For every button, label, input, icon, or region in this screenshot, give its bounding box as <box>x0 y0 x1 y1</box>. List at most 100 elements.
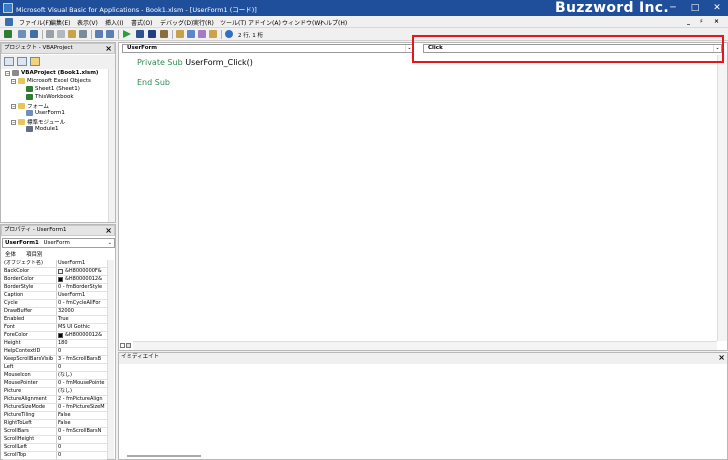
property-value[interactable]: 2 - fmPictureAlign <box>58 396 107 403</box>
redo-icon[interactable] <box>106 30 114 38</box>
minimize-button[interactable]: ─ <box>662 1 684 15</box>
property-row[interactable]: Enabled True <box>3 316 107 324</box>
tree-item-vbaproject[interactable]: − VBAProject (Book1.xlsm) <box>5 70 98 76</box>
code-horizontal-scrollbar[interactable] <box>133 341 717 350</box>
excel-view-icon[interactable] <box>4 30 12 38</box>
collapse-icon[interactable]: − <box>11 78 16 84</box>
paste-icon[interactable] <box>68 30 76 38</box>
property-row[interactable]: Height 180 <box>3 340 107 348</box>
property-value[interactable]: UserForm1 <box>58 292 107 299</box>
property-value[interactable]: True <box>58 316 107 323</box>
menu-edit[interactable]: 編集(E) <box>50 18 70 27</box>
property-row[interactable]: (オブジェクト名) UserForm1 <box>3 260 107 268</box>
property-value[interactable]: 0 - fmScrollBarsN <box>58 428 107 435</box>
view-object-icon[interactable] <box>17 57 27 66</box>
property-row[interactable]: ScrollLeft 0 <box>3 444 107 452</box>
menu-debug[interactable]: デバッグ(D) <box>160 18 193 27</box>
property-row[interactable]: Left 0 <box>3 364 107 372</box>
property-value[interactable]: 0 - fmMousePointe <box>58 380 107 387</box>
mdi-minimize-button[interactable]: _ <box>687 18 690 25</box>
full-module-view-icon[interactable] <box>126 343 131 348</box>
property-value[interactable]: 0 <box>58 436 107 443</box>
scroll-thumb[interactable] <box>127 455 201 457</box>
chevron-down-icon[interactable]: ⌄ <box>108 239 112 247</box>
property-value[interactable]: 3 - fmScrollBarsB <box>58 356 107 363</box>
close-icon[interactable]: × <box>105 44 112 54</box>
find-icon[interactable] <box>79 30 87 38</box>
menu-view[interactable]: 表示(V) <box>77 18 98 27</box>
property-row[interactable]: RightToLeft False <box>3 420 107 428</box>
property-row[interactable]: ForeColor &H80000012& <box>3 332 107 340</box>
reset-icon[interactable] <box>148 30 156 38</box>
property-row[interactable]: Font MS UI Gothic <box>3 324 107 332</box>
property-value[interactable]: 0 <box>58 364 107 371</box>
property-value[interactable]: False <box>58 412 107 419</box>
property-row[interactable]: DrawBuffer 32000 <box>3 308 107 316</box>
property-value[interactable]: 0 - fmPictureSizeM <box>58 404 107 411</box>
mdi-restore-button[interactable]: ♯ <box>700 18 703 25</box>
property-value[interactable]: 0 <box>58 348 107 355</box>
property-row[interactable]: HelpContextID 0 <box>3 348 107 356</box>
tab-categorized[interactable]: 項目別 <box>26 250 43 258</box>
tree-item-userform1[interactable]: UserForm1 <box>26 110 65 116</box>
property-row[interactable]: BorderStyle 0 - fmBorderStyle <box>3 284 107 292</box>
view-code-icon[interactable] <box>4 57 14 66</box>
property-row[interactable]: PictureSizeMode 0 - fmPictureSizeM <box>3 404 107 412</box>
property-row[interactable]: Caption UserForm1 <box>3 292 107 300</box>
menu-insert[interactable]: 挿入(I) <box>105 18 123 27</box>
menu-format[interactable]: 書式(O) <box>131 18 152 27</box>
tab-alphabetic[interactable]: 全体 <box>5 250 16 258</box>
collapse-icon[interactable]: − <box>11 103 16 109</box>
object-browser-icon[interactable] <box>198 30 206 38</box>
code-editor[interactable]: Private Sub UserForm_Click() End Sub <box>119 55 716 341</box>
menu-window[interactable]: ウィンドウ(W) <box>282 18 323 27</box>
toolbox-icon[interactable] <box>209 30 217 38</box>
save-icon[interactable] <box>30 30 38 38</box>
close-button[interactable]: ✕ <box>706 1 728 15</box>
insert-userform-icon[interactable] <box>18 30 26 38</box>
property-value[interactable]: 0 - fmCycleAllFor <box>58 300 107 307</box>
property-value[interactable]: MS UI Gothic <box>58 324 107 331</box>
project-pane-scrollbar[interactable] <box>108 69 115 222</box>
copy-icon[interactable] <box>57 30 65 38</box>
tree-item-module1[interactable]: Module1 <box>26 126 59 132</box>
property-row[interactable]: ScrollBars 0 - fmScrollBarsN <box>3 428 107 436</box>
run-icon[interactable] <box>123 30 131 38</box>
project-explorer-icon[interactable] <box>176 30 184 38</box>
property-row[interactable]: KeepScrollBarsVisib 3 - fmScrollBarsB <box>3 356 107 364</box>
tree-item-excel-objects[interactable]: − Microsoft Excel Objects <box>11 78 91 84</box>
object-selector[interactable]: UserForm1 UserForm ⌄ <box>2 238 115 248</box>
design-mode-icon[interactable] <box>160 30 168 38</box>
property-value[interactable]: &H80000012& <box>58 276 107 283</box>
object-combo[interactable]: UserForm ⌄ <box>122 44 414 53</box>
property-value[interactable]: &H80000012& <box>58 332 107 339</box>
maximize-button[interactable]: □ <box>684 1 706 15</box>
properties-scrollbar[interactable] <box>107 260 114 459</box>
collapse-icon[interactable]: − <box>5 70 10 76</box>
tree-item-thisworkbook[interactable]: ThisWorkbook <box>26 94 74 100</box>
property-row[interactable]: PictureAlignment 2 - fmPictureAlign <box>3 396 107 404</box>
property-value[interactable]: 0 <box>58 444 107 451</box>
menu-help[interactable]: ヘルプ(H) <box>320 18 347 27</box>
cut-icon[interactable] <box>46 30 54 38</box>
menu-run[interactable]: 実行(R) <box>193 18 214 27</box>
view-toggle-buttons[interactable] <box>120 342 132 349</box>
property-value[interactable]: 32000 <box>58 308 107 315</box>
property-value[interactable]: (なし) <box>58 388 107 395</box>
close-icon[interactable]: × <box>718 353 725 363</box>
tree-item-forms[interactable]: − フォーム <box>11 102 49 110</box>
property-value[interactable]: (なし) <box>58 372 107 379</box>
property-row[interactable]: MouseIcon (なし) <box>3 372 107 380</box>
property-value[interactable]: UserForm1 <box>58 260 107 267</box>
tree-item-sheet1[interactable]: Sheet1 (Sheet1) <box>26 86 80 92</box>
procedure-view-icon[interactable] <box>120 343 125 348</box>
toggle-folders-icon[interactable] <box>30 57 40 66</box>
property-row[interactable]: MousePointer 0 - fmMousePointe <box>3 380 107 388</box>
property-row[interactable]: ScrollHeight 0 <box>3 436 107 444</box>
code-vertical-scrollbar[interactable] <box>717 55 727 341</box>
property-row[interactable]: ScrollTop 0 <box>3 452 107 460</box>
collapse-icon[interactable]: − <box>11 119 16 125</box>
property-value[interactable]: False <box>58 420 107 427</box>
properties-window-icon[interactable] <box>187 30 195 38</box>
immediate-scrollbar[interactable] <box>127 453 719 459</box>
